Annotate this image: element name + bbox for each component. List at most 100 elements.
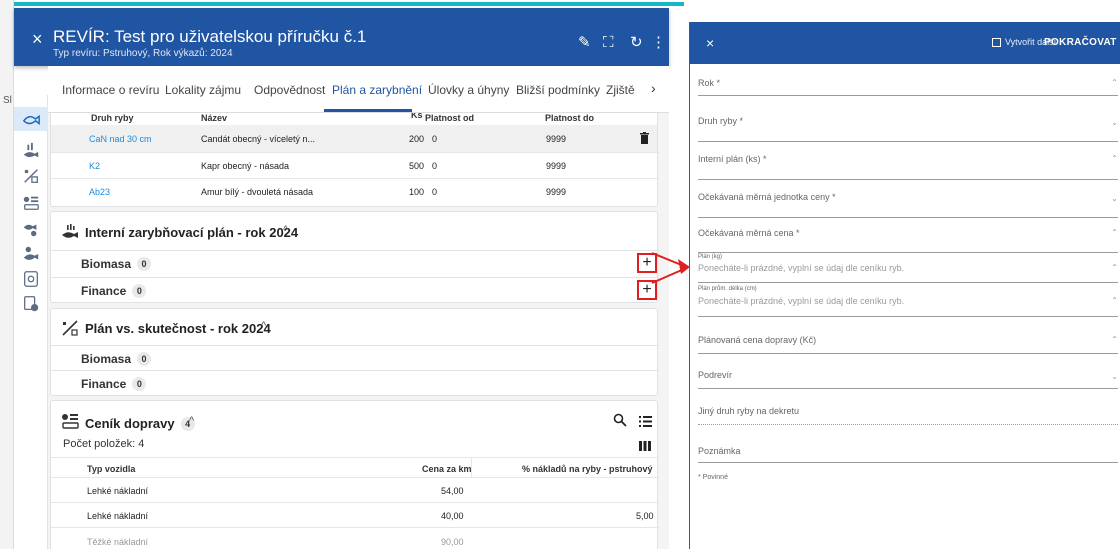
active-tab-indicator <box>324 109 412 112</box>
interni-plan-field[interactable]: Interní plán (ks) * ⌃ <box>698 142 1118 180</box>
delete-icon[interactable] <box>640 131 649 144</box>
count-badge: 0 <box>132 284 147 298</box>
cena-dopravy-field[interactable]: Plánovaná cena dopravy (Kč) ⌃ <box>698 317 1118 354</box>
create-more-checkbox[interactable] <box>992 38 1001 47</box>
podrevir-select[interactable]: Podrevír ⌄ <box>698 354 1118 389</box>
col-cena-za-km: Cena za km <box>422 464 472 474</box>
finance-row[interactable]: Finance 0 <box>51 277 659 304</box>
dropdown-icon[interactable]: ⌄ <box>1111 118 1118 127</box>
more-icon[interactable]: ⋮ <box>651 35 666 50</box>
close-icon[interactable]: × <box>706 35 714 51</box>
reviir-detail-window: Sl × REVÍR: Test pro uživatelskou příruč… <box>0 0 684 549</box>
field-label: Rok * <box>698 78 721 88</box>
field-label: Jiný druh ryby na dekretu <box>698 406 800 416</box>
cost-pct: 5,00 <box>636 511 654 521</box>
transport-pricelist-icon[interactable] <box>21 193 41 213</box>
tab-bar: Informace o revíru Lokality zájmu Odpově… <box>48 66 669 113</box>
plan-vs-reality-icon[interactable] <box>21 166 41 186</box>
search-icon[interactable] <box>613 413 627 427</box>
stepper-icon[interactable]: ⌃ <box>1111 228 1118 237</box>
fish-catch-icon[interactable] <box>21 219 41 239</box>
plan-content: Druh ryby Název Ks Platnost od Platnost … <box>48 113 669 549</box>
settings-document-icon[interactable] <box>21 269 41 289</box>
plan-kg-field[interactable]: Plán (kg) Ponecháte-li prázdné, vyplní s… <box>698 254 1118 283</box>
dropdown-icon[interactable]: ⌄ <box>1111 372 1118 381</box>
biomasa-label: Biomasa <box>81 257 132 271</box>
background-app-strip: Sl <box>0 0 14 549</box>
jiny-druh-field[interactable]: Jiný druh ryby na dekretu <box>698 389 1118 425</box>
fullscreen-icon[interactable]: ⛶ <box>603 35 614 50</box>
fish-code-link[interactable]: K2 <box>89 161 100 171</box>
tab-informace[interactable]: Informace o revíru <box>62 83 159 97</box>
col-nazev: Název <box>201 113 228 123</box>
continue-button[interactable]: POKRAČOVAT <box>1044 37 1117 48</box>
merna-jednotka-select[interactable]: Očekávaná měrná jednotka ceny * ⌄ <box>698 180 1118 218</box>
list-icon[interactable] <box>639 414 652 427</box>
fish-chart-icon[interactable] <box>21 141 41 161</box>
vehicle-type: Lehké nákladní <box>87 511 149 521</box>
stepper-icon[interactable]: ⌃ <box>1111 78 1118 87</box>
biomasa-row[interactable]: Biomasa 0 <box>51 250 659 277</box>
fish-code-link[interactable]: Ab23 <box>89 187 110 197</box>
transport-pricelist-card: Ceník dopravy 4 ^ Počet položek: 4 Typ vo… <box>50 400 659 549</box>
plan-delka-field[interactable]: Plán prům. délka (cm) Ponecháte-li prázd… <box>698 286 1118 317</box>
fish-ks: 200 <box>409 134 425 144</box>
annotation-arrows <box>651 252 690 284</box>
stepper-icon[interactable]: ⌃ <box>1111 154 1118 163</box>
plan-vs-reality-icon <box>61 319 79 337</box>
tab-lokality[interactable]: Lokality zájmu <box>165 83 241 97</box>
detail-header: × REVÍR: Test pro uživatelskou příručku … <box>14 8 669 66</box>
finance-label: Finance <box>81 377 127 391</box>
collapse-icon[interactable]: ^ <box>189 415 194 427</box>
col-typ-vozidla: Typ vozidla <box>87 464 136 474</box>
tab-ulovky[interactable]: Úlovky a úhyny <box>428 83 509 97</box>
field-label: Podrevír <box>698 370 733 380</box>
biomasa-row[interactable]: Biomasa 0 <box>51 345 659 372</box>
fish-name: Amur bílý - dvouletá násada <box>201 187 314 197</box>
tab-odpovednost[interactable]: Odpovědnost <box>254 83 325 97</box>
collapse-icon[interactable]: ^ <box>283 224 288 236</box>
fish-person-icon[interactable] <box>21 244 41 264</box>
finance-row[interactable]: Finance 0 <box>51 370 659 397</box>
fish-chart-icon <box>61 224 79 240</box>
columns-icon[interactable] <box>639 438 651 451</box>
collapse-icon[interactable]: ^ <box>261 320 266 332</box>
stepper-icon[interactable]: ⌃ <box>1111 263 1118 272</box>
poznamka-field[interactable]: Poznámka <box>698 425 1118 463</box>
page-subtitle: Typ revíru: Pstruhový, Rok výkazů: 2024 <box>53 48 233 59</box>
merna-cena-field[interactable]: Očekávaná měrná cena * ⌃ <box>698 218 1118 253</box>
document-person-icon[interactable] <box>21 294 41 314</box>
dropdown-icon[interactable]: ⌄ <box>1111 194 1118 203</box>
tabs-scroll-right-icon[interactable]: › <box>651 80 656 96</box>
col-ks: Ks <box>411 113 423 120</box>
field-label: Plán (kg) <box>698 254 723 260</box>
col-platnost-od: Platnost od <box>425 113 474 123</box>
fish-do: 9999 <box>546 134 567 144</box>
price-per-km: 54,00 <box>441 486 464 496</box>
fish-plan-icon[interactable] <box>14 107 48 131</box>
plan-vs-reality-title: Plán vs. skutečnost - rok 2024 <box>85 321 271 336</box>
tab-plan-a-zarybneni[interactable]: Plán a zarybnění <box>332 83 422 97</box>
fish-name: Kapr obecný - násada <box>201 161 290 171</box>
refresh-icon[interactable]: ↻ <box>630 35 643 50</box>
fish-code-link[interactable]: CaN nad 30 cm <box>89 134 152 144</box>
fish-od: 0 <box>432 134 438 144</box>
druh-ryby-select[interactable]: Druh ryby * ⌄ <box>698 104 1118 142</box>
tab-blizsi-podminky[interactable]: Bližší podmínky <box>516 83 600 97</box>
col-naklady-pct: % nákladů na ryby - pstruhový <box>522 464 653 474</box>
rok-field[interactable]: Rok * ⌃ <box>698 70 1118 96</box>
count-badge: 0 <box>137 352 152 366</box>
price-per-km: 40,00 <box>441 511 464 521</box>
vehicle-type: Lehké nákladní <box>87 486 149 496</box>
close-icon[interactable]: × <box>32 30 43 48</box>
stepper-icon[interactable]: ⌃ <box>1111 335 1118 344</box>
plan-vs-reality-card: Plán vs. skutečnost - rok 2024 ^ Biomasa… <box>50 308 659 397</box>
fish-do: 9999 <box>546 161 567 171</box>
tab-zjisteni[interactable]: Zjiště <box>606 83 635 97</box>
field-label: Plán prům. délka (cm) <box>698 286 757 292</box>
field-label: Druh ryby * <box>698 116 744 126</box>
stepper-icon[interactable]: ⌃ <box>1111 296 1118 305</box>
transport-pricelist-icon <box>61 413 79 429</box>
fish-ks: 100 <box>409 187 425 197</box>
edit-icon[interactable]: ✎ <box>578 35 591 50</box>
